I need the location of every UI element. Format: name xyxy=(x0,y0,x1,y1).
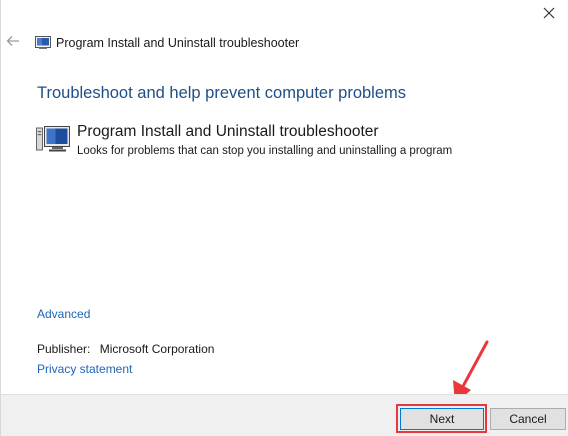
troubleshooter-window: Program Install and Uninstall troublesho… xyxy=(0,0,568,436)
advanced-link[interactable]: Advanced xyxy=(37,307,90,321)
cancel-button[interactable]: Cancel xyxy=(490,408,566,430)
publisher-value: Microsoft Corporation xyxy=(99,342,215,356)
next-button[interactable]: Next xyxy=(400,408,484,430)
close-button[interactable] xyxy=(538,2,560,24)
back-arrow-icon xyxy=(6,36,19,46)
privacy-statement-link[interactable]: Privacy statement xyxy=(37,362,132,376)
page-heading: Troubleshoot and help prevent computer p… xyxy=(37,84,407,102)
close-icon xyxy=(543,7,555,19)
publisher-info: Publisher: Microsoft Corporation xyxy=(37,342,214,356)
troubleshooter-monitor-icon xyxy=(36,126,70,152)
dialog-footer: Next Cancel xyxy=(1,394,568,436)
publisher-label: Publisher: xyxy=(37,342,91,356)
troubleshooter-item-description: Looks for problems that can stop you ins… xyxy=(77,145,453,157)
troubleshooter-icon xyxy=(35,36,51,49)
window-title: Program Install and Uninstall troublesho… xyxy=(56,36,300,50)
troubleshooter-item-title[interactable]: Program Install and Uninstall troublesho… xyxy=(77,123,379,141)
back-button[interactable] xyxy=(5,33,21,49)
